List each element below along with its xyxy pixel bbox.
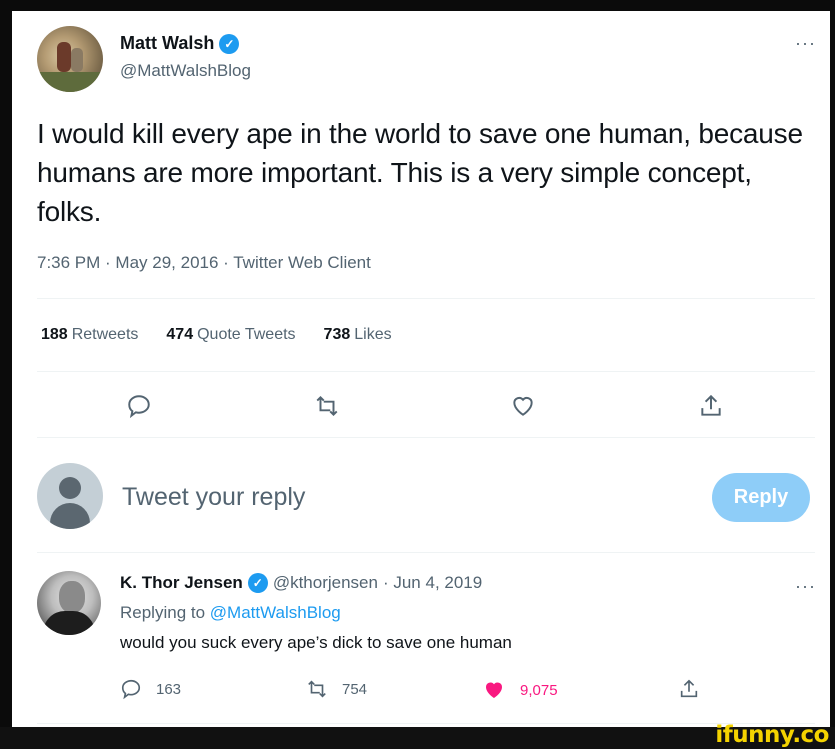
reply-count: 163 xyxy=(156,680,182,698)
replying-to: Replying to @MattWalshBlog xyxy=(120,603,341,622)
reply-input[interactable]: Tweet your reply xyxy=(122,483,305,512)
likes-stat[interactable]: 738 Likes xyxy=(324,326,392,344)
reply-icon[interactable] xyxy=(124,391,154,421)
reply-reply-action[interactable]: 163 xyxy=(120,678,181,700)
reply-author-name[interactable]: K. Thor Jensen xyxy=(120,573,243,593)
author-avatar[interactable] xyxy=(37,26,103,92)
retweet-icon xyxy=(308,680,326,698)
reply-share-action[interactable] xyxy=(678,678,700,700)
reply-date[interactable]: · Jun 4, 2019 xyxy=(383,573,482,593)
author-display-name[interactable]: Matt Walsh xyxy=(120,33,214,54)
tweet-action-bar xyxy=(12,391,830,423)
tweet-stats: 188 Retweets 474 Quote Tweets 738 Likes xyxy=(41,326,392,344)
retweet-icon[interactable] xyxy=(312,391,342,421)
verified-badge-icon: ✓ xyxy=(219,33,240,54)
watermark-logo: ifunny.co xyxy=(715,722,829,748)
reply-author-row: K. Thor Jensen ✓ @kthorjensen · Jun 4, 2… xyxy=(120,573,482,593)
divider xyxy=(37,371,815,372)
share-icon xyxy=(680,679,698,698)
divider xyxy=(37,552,815,553)
verified-badge-icon: ✓ xyxy=(247,573,268,593)
divider xyxy=(37,437,815,438)
share-icon[interactable] xyxy=(696,391,726,421)
mention-link[interactable]: @MattWalshBlog xyxy=(210,603,341,622)
like-icon[interactable] xyxy=(508,391,538,421)
author-name-row: Matt Walsh ✓ xyxy=(120,33,240,54)
reply-action-bar: 163 754 9,075 xyxy=(12,678,830,704)
reply-author-avatar[interactable] xyxy=(37,571,101,635)
more-options-icon[interactable]: ··· xyxy=(795,576,816,597)
retweet-count: 754 xyxy=(342,680,368,698)
tweet-meta: 7:36 PM · May 29, 2016 · Twitter Web Cli… xyxy=(37,253,371,272)
divider xyxy=(37,298,815,299)
retweets-stat[interactable]: 188 Retweets xyxy=(41,326,138,344)
reply-text: would you suck every ape’s dick to save … xyxy=(120,633,512,652)
quote-tweets-stat[interactable]: 474 Quote Tweets xyxy=(166,326,295,344)
reply-author-handle[interactable]: @kthorjensen xyxy=(273,573,378,593)
reply-retweet-action[interactable]: 754 xyxy=(306,678,367,700)
more-options-icon[interactable]: ··· xyxy=(795,33,816,54)
reply-icon xyxy=(121,679,141,700)
divider xyxy=(37,723,815,724)
reply-like-action[interactable]: 9,075 xyxy=(482,678,558,702)
liked-heart-icon xyxy=(486,682,502,698)
like-count: 9,075 xyxy=(520,681,558,699)
current-user-avatar xyxy=(37,463,103,529)
author-handle[interactable]: @MattWalshBlog xyxy=(120,61,251,81)
bottom-bar: ifunny.co xyxy=(0,722,835,749)
tweet-screen: Matt Walsh ✓ @MattWalshBlog ··· I would … xyxy=(12,11,830,727)
reply-button[interactable]: Reply xyxy=(712,473,810,522)
tweet-text: I would kill every ape in the world to s… xyxy=(37,118,803,227)
